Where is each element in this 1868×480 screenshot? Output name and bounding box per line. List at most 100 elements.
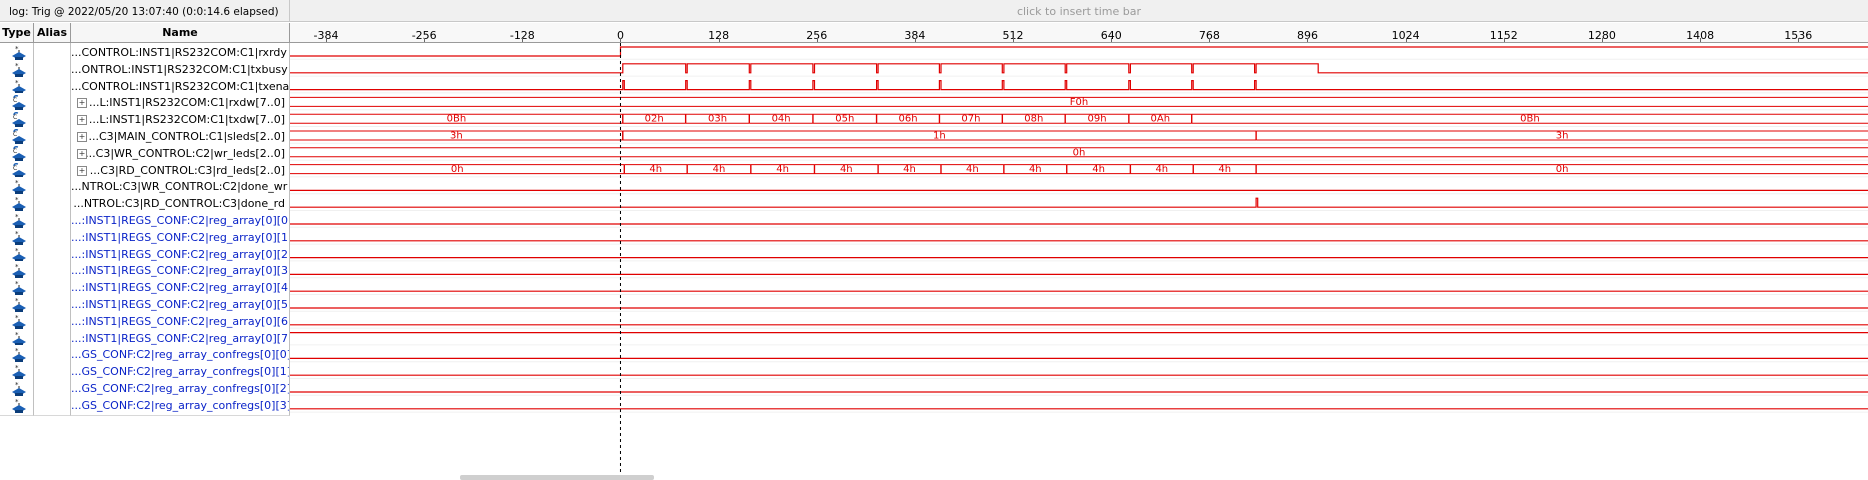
svg-text:*: *: [15, 263, 19, 271]
signal-name-text: ...GS_CONF:C2|reg_array_confregs[0][1]: [71, 365, 290, 379]
expand-icon[interactable]: +: [77, 148, 87, 159]
bus-value-label: F0h: [1070, 97, 1088, 108]
bus-value-label: 0Bh: [447, 114, 467, 125]
signaltap-window: log: Trig @ 2022/05/20 13:07:40 (0:0:14.…: [0, 0, 1868, 480]
ruler-tick-mark: [1700, 38, 1702, 42]
bus-value-label: 0Ah: [1151, 114, 1171, 125]
svg-text:*: *: [15, 45, 19, 53]
bus-value-label: 06h: [898, 114, 917, 125]
svg-text:*: *: [15, 398, 19, 406]
ruler-tick-mark: [1111, 38, 1113, 42]
type-column-header[interactable]: Type: [0, 23, 34, 43]
signal-name-text: ...L:INST1|RS232COM:C1|rxdw[7..0]: [88, 96, 285, 110]
signal-name-text: ...:INST1|REGS_CONF:C2|reg_array[0][1]: [71, 230, 290, 244]
svg-text:*: *: [15, 196, 19, 204]
bus-value-label: 0h: [1556, 164, 1569, 175]
type-cell: *: [0, 395, 34, 416]
svg-text:*: *: [15, 179, 19, 187]
signal-name-text: ...:INST1|REGS_CONF:C2|reg_array[0][4]: [71, 281, 290, 295]
bus-value-label: 04h: [772, 114, 791, 125]
waveform-bus: 0h: [290, 147, 1868, 158]
bus-value-label: 09h: [1087, 114, 1106, 125]
signal-name-text: ...ONTROL:INST1|RS232COM:C1|txbusy: [71, 62, 288, 76]
signal-name-text: ...:INST1|REGS_CONF:C2|reg_array[0][0]: [71, 214, 290, 227]
bus-value-label: 4h: [840, 164, 853, 175]
bus-value-label: 0h: [1073, 147, 1086, 158]
svg-text:*: *: [15, 364, 19, 372]
bus-value-label: 02h: [645, 114, 664, 125]
svg-text:C: C: [13, 148, 17, 155]
expand-icon[interactable]: +: [77, 165, 87, 176]
bus-value-label: 3h: [450, 131, 463, 142]
signal-name-text: ...L:INST1|RS232COM:C1|txdw[7..0]: [88, 113, 285, 127]
bus-value-label: 4h: [903, 164, 916, 175]
signal-name-text: ...GS_CONF:C2|reg_array_confregs[0][0]: [71, 348, 290, 362]
insert-time-bar-strip[interactable]: click to insert time bar: [290, 0, 1868, 22]
bus-value-label: 4h: [776, 164, 789, 175]
waveform-bit: [290, 46, 1868, 57]
svg-text:*: *: [15, 347, 19, 355]
alias-cell[interactable]: [34, 395, 71, 416]
bus-value-label: 4h: [1218, 164, 1231, 175]
svg-text:*: *: [15, 381, 19, 389]
bus-value-label: 4h: [1029, 164, 1042, 175]
signal-name-text: ...GS_CONF:C2|reg_array_confregs[0][2]: [71, 382, 290, 395]
bus-value-label: 03h: [708, 114, 727, 125]
svg-text:C: C: [13, 131, 17, 138]
ruler-tick-mark: [326, 38, 328, 42]
time-ruler[interactable]: -384 -256 -128 0 128 256 384 512 640 768 896 1024 11…: [290, 23, 1868, 43]
waveform-canvas[interactable]: F0h 0Bh 02h 03h 04h 05h 06h 07h 08h 09h 0Ah 0Bh 3h 1h…: [290, 43, 1868, 480]
ruler-tick-mark: [1209, 38, 1211, 42]
svg-text:C: C: [13, 165, 17, 172]
svg-text:*: *: [15, 213, 19, 221]
svg-text:*: *: [15, 297, 19, 305]
bus-value-label: 08h: [1024, 114, 1043, 125]
signal-name-text: ...C3|WR_CONTROL:C2|wr_leds[2..0]: [85, 146, 285, 160]
ruler-tick-mark: [1601, 38, 1603, 42]
ruler-tick-mark: [1307, 38, 1309, 42]
bus-value-label: 4h: [1155, 164, 1168, 175]
bit-trace: [290, 46, 1868, 57]
signal-name-text: ...:INST1|REGS_CONF:C2|reg_array[0][7]: [71, 331, 290, 345]
signal-name-text: ...NTROL:C3|WR_CONTROL:C2|done_wr: [71, 180, 288, 194]
bus-value-label: 05h: [835, 114, 854, 125]
signal-name[interactable]: ...GS_CONF:C2|reg_array_confregs[0][3]: [71, 395, 290, 416]
svg-text:C: C: [13, 97, 17, 104]
bus-value-label: 0Bh: [1520, 114, 1540, 125]
waveform-bus: 0h 4h 4h 4h 4h 4h 4h 4h 4h 4h 4h 0h: [290, 164, 1868, 175]
svg-text:*: *: [15, 62, 19, 70]
alias-column-header[interactable]: Alias: [34, 23, 71, 43]
signal-name-text: ...GS_CONF:C2|reg_array_confregs[0][3]: [71, 398, 290, 412]
svg-text:C: C: [13, 114, 17, 121]
bus-value-label: 07h: [961, 114, 980, 125]
waveform-bus: 3h 1h 3h: [290, 130, 1868, 142]
bit-trace: [290, 197, 1868, 208]
expand-icon[interactable]: +: [77, 132, 87, 142]
ruler-tick-mark: [1405, 38, 1407, 42]
svg-text:*: *: [15, 280, 19, 288]
bus-value-label: 0h: [451, 164, 464, 175]
signal-name-text: ...:INST1|REGS_CONF:C2|reg_array[0][5]: [71, 298, 290, 311]
waveform-bit: [290, 197, 1868, 208]
horizontal-scrollbar[interactable]: [460, 475, 654, 480]
svg-text:*: *: [15, 230, 19, 238]
signal-name-text: ...:INST1|REGS_CONF:C2|reg_array[0][6]: [71, 314, 290, 328]
signal-name-text: ...C3|MAIN_CONTROL:C1|sleds[2..0]: [88, 130, 285, 143]
expand-icon[interactable]: +: [77, 98, 87, 109]
waveform-bus: F0h: [290, 96, 1868, 108]
ruler-tick-mark: [1013, 38, 1015, 42]
bit-trace: [290, 80, 1868, 91]
ruler-tick-mark: [914, 38, 916, 42]
log-title: log: Trig @ 2022/05/20 13:07:40 (0:0:14.…: [0, 0, 290, 22]
expand-icon[interactable]: +: [77, 115, 87, 126]
svg-text:*: *: [15, 314, 19, 322]
ruler-tick-mark: [816, 38, 818, 42]
ruler-tick-mark: [522, 38, 524, 42]
name-column-header[interactable]: Name: [71, 23, 290, 43]
waveform-bit: [290, 63, 1868, 74]
bus-value-label: 4h: [1092, 164, 1105, 175]
signal-name-text: ...CONTROL:INST1|RS232COM:C1|txena: [71, 79, 290, 93]
bus-value-label: 1h: [933, 131, 946, 142]
signal-name-text: ...:INST1|REGS_CONF:C2|reg_array[0][3]: [71, 264, 290, 278]
bit-trace: [290, 63, 1868, 74]
